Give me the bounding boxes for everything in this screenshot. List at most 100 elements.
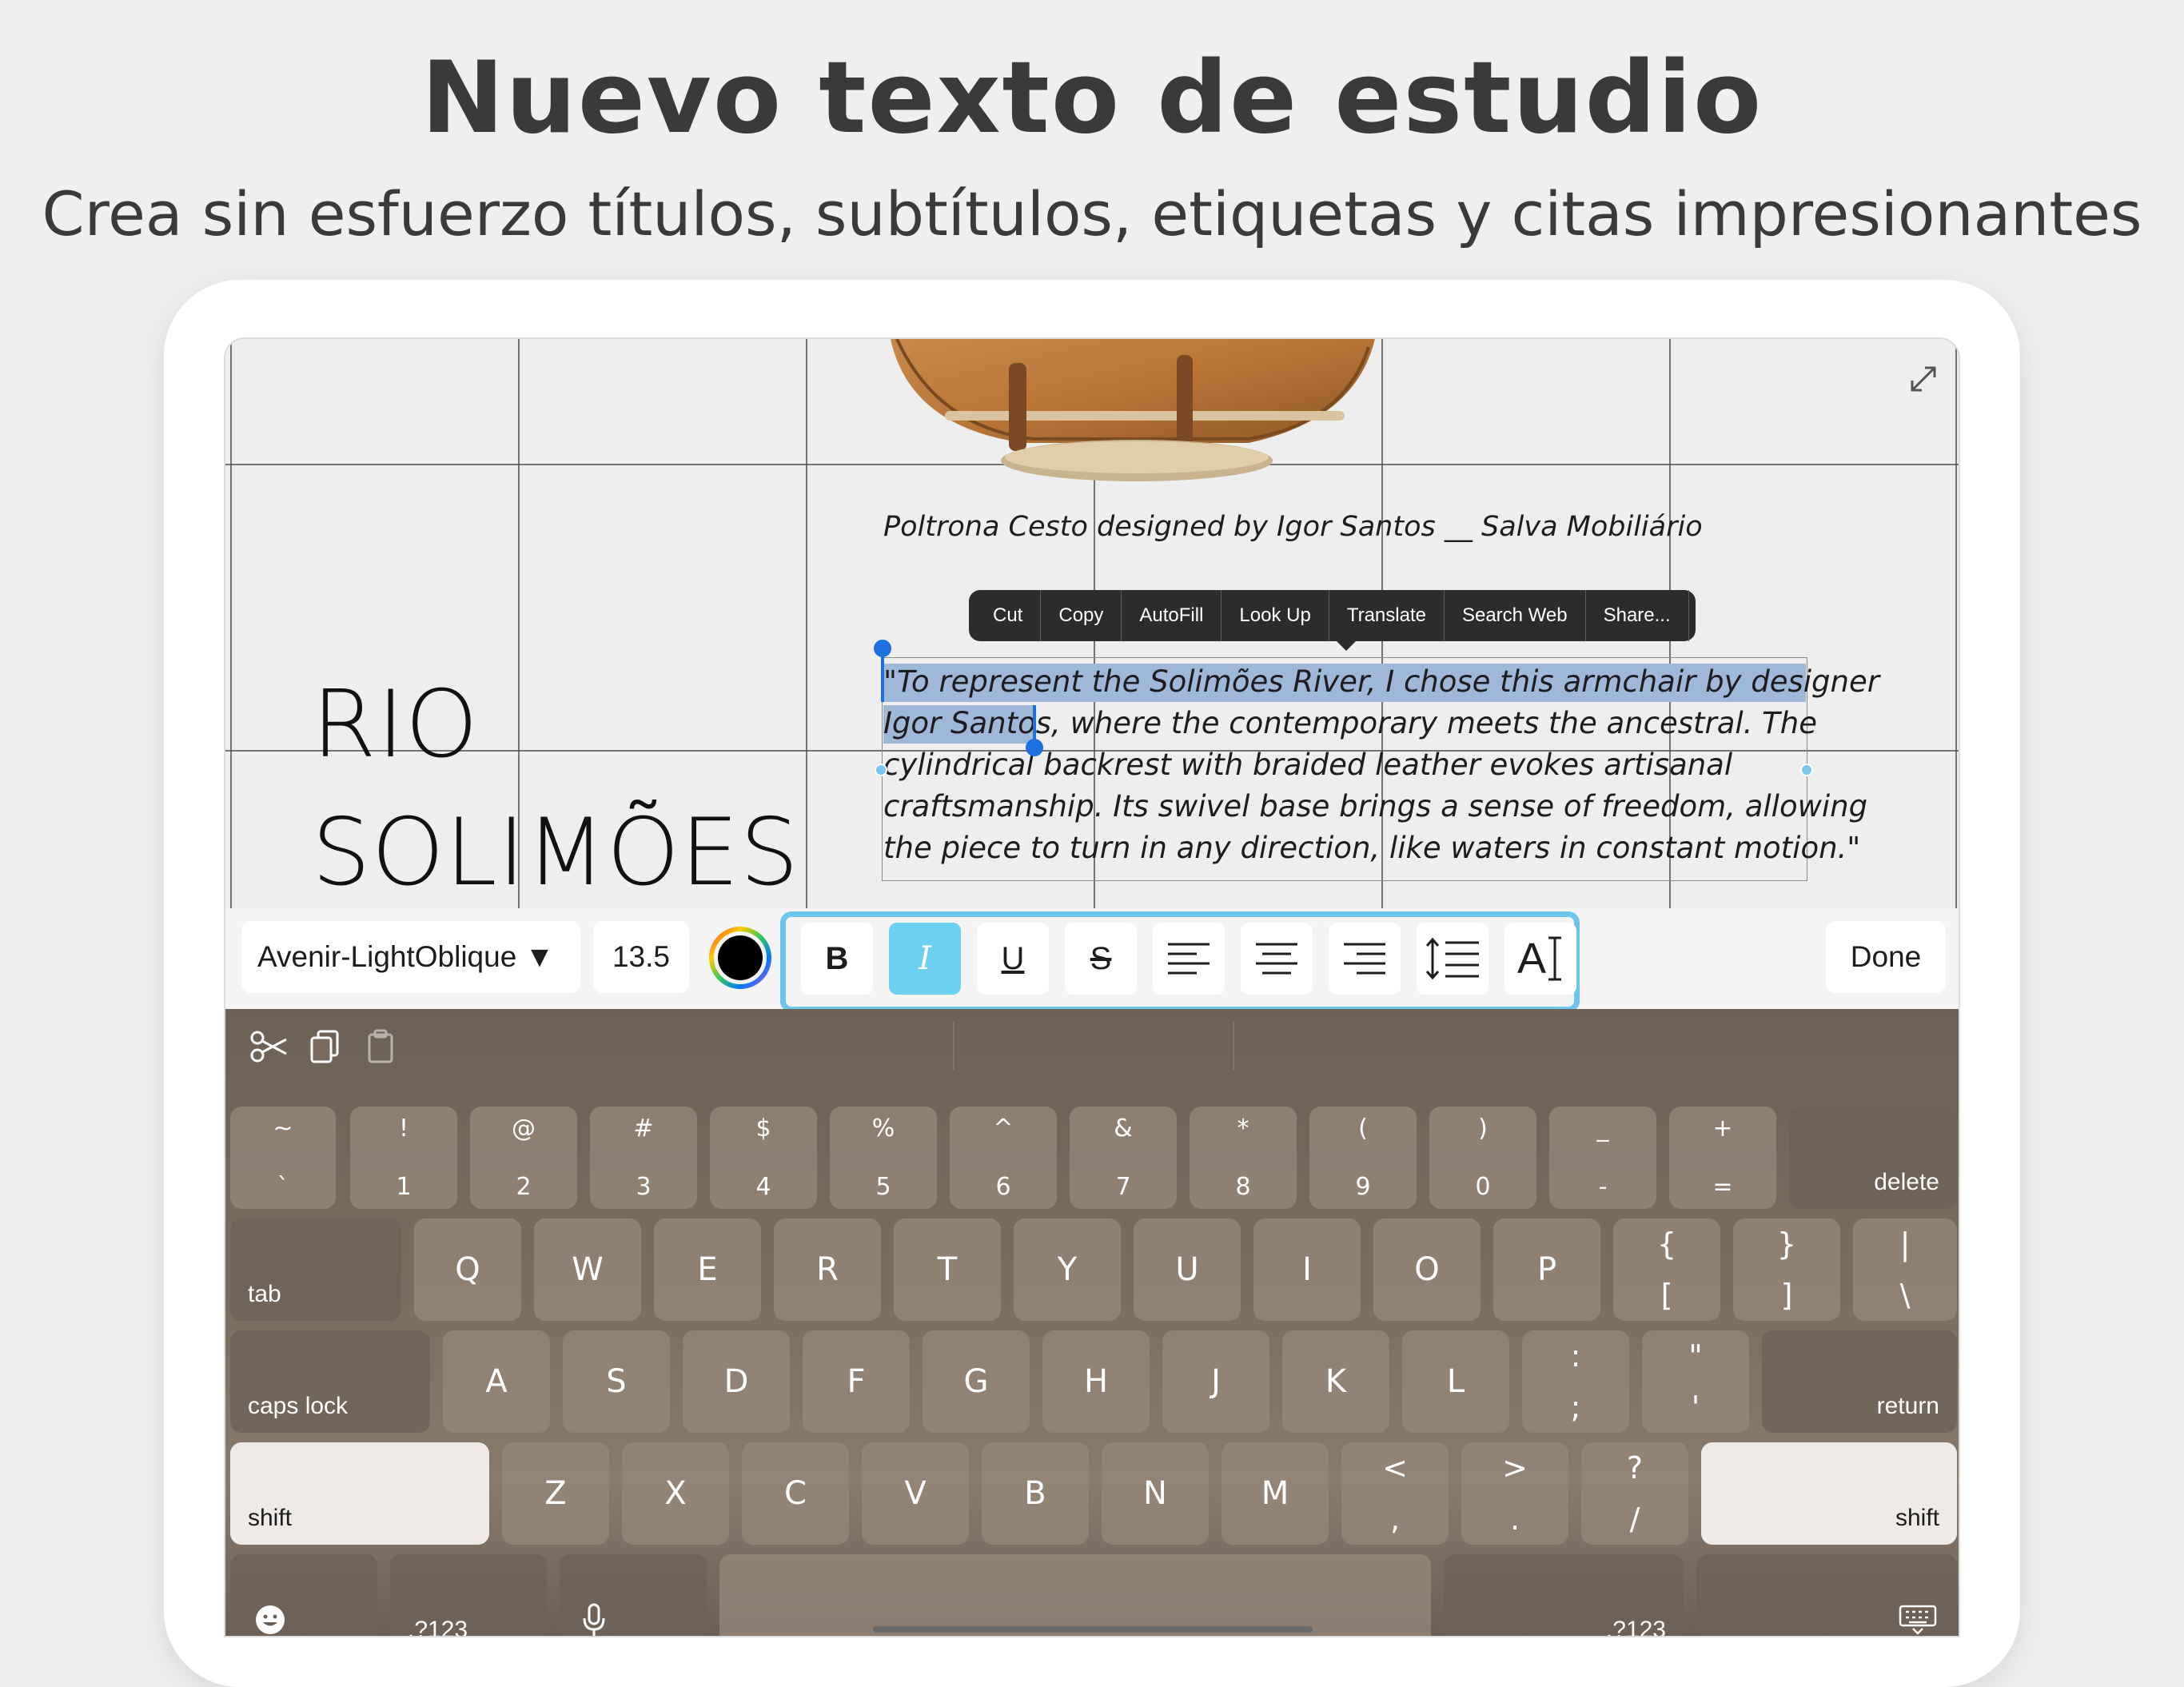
menu-item-cut[interactable]: Cut [975, 590, 1042, 641]
key-r[interactable]: R [774, 1218, 881, 1321]
key-label: A [485, 1363, 508, 1400]
image-caption[interactable]: Poltrona Cesto designed by Igor Santos _… [883, 511, 1703, 543]
key-a[interactable]: A [443, 1330, 550, 1433]
key-bottom-label: - [1598, 1173, 1608, 1201]
key-dismiss-keyboard[interactable] [1696, 1554, 1957, 1636]
copy-icon[interactable] [305, 1027, 345, 1067]
key-left-bracket[interactable]: {[ [1613, 1218, 1720, 1321]
key-9[interactable]: (9 [1309, 1107, 1417, 1209]
key-x[interactable]: X [622, 1442, 729, 1545]
key-quote[interactable]: " ' [1642, 1330, 1749, 1433]
key-backslash[interactable]: | \ [1853, 1218, 1957, 1321]
key-equals[interactable]: + = [1669, 1107, 1776, 1209]
key-g[interactable]: G [923, 1330, 1030, 1433]
key-5[interactable]: % 5 [830, 1107, 937, 1209]
key-period[interactable]: >. [1461, 1442, 1568, 1545]
menu-item-autofill[interactable]: AutoFill [1122, 590, 1222, 641]
key-h[interactable]: H [1042, 1330, 1150, 1433]
done-button[interactable]: Done [1826, 921, 1946, 993]
key-z[interactable]: Z [502, 1442, 609, 1545]
key-2[interactable]: @2 [470, 1107, 577, 1209]
armchair-image[interactable] [833, 337, 1465, 491]
color-picker-icon[interactable] [708, 926, 772, 990]
key-u[interactable]: U [1134, 1218, 1241, 1321]
menu-item-share[interactable]: Share... [1586, 590, 1689, 641]
align-center-button[interactable] [1241, 923, 1313, 995]
key-minus[interactable]: _ - [1549, 1107, 1656, 1209]
key-b[interactable]: B [982, 1442, 1089, 1545]
key-right-bracket[interactable]: }] [1733, 1218, 1840, 1321]
key-dictation[interactable] [560, 1554, 707, 1636]
key-3[interactable]: #3 [590, 1107, 697, 1209]
key-return[interactable]: return [1762, 1330, 1957, 1433]
document-canvas[interactable]: Poltrona Cesto designed by Igor Santos _… [225, 337, 1959, 908]
key-top-label: " [1688, 1338, 1703, 1374]
key-1[interactable]: ! 1 [350, 1107, 457, 1209]
line-spacing-button[interactable] [1417, 923, 1489, 995]
key-numbers-right[interactable]: .?123 [1444, 1554, 1684, 1636]
key-shift-right[interactable]: shift [1701, 1442, 1957, 1545]
key-o[interactable]: O [1373, 1218, 1481, 1321]
key-v[interactable]: V [862, 1442, 969, 1545]
key-shift-left[interactable]: shift [230, 1442, 489, 1545]
key-t[interactable]: T [894, 1218, 1001, 1321]
font-size-field[interactable]: 13.5 [593, 921, 689, 993]
key-semicolon[interactable]: :; [1522, 1330, 1629, 1433]
menu-item-search-web[interactable]: Search Web [1445, 590, 1586, 641]
text-size-button[interactable]: A [1504, 923, 1576, 995]
key-bottom-label: ] [1780, 1278, 1793, 1313]
key-numbers-left[interactable]: .?123 [390, 1554, 547, 1636]
key-caps-lock[interactable]: caps lock [230, 1330, 430, 1433]
key-p[interactable]: P [1493, 1218, 1600, 1321]
key-i[interactable]: I [1253, 1218, 1361, 1321]
heading-line-2[interactable]: SOLIMÕES [312, 799, 799, 907]
key-8[interactable]: * 8 [1190, 1107, 1297, 1209]
key-f[interactable]: F [803, 1330, 910, 1433]
italic-button[interactable]: I [889, 923, 961, 995]
key-l[interactable]: L [1402, 1330, 1509, 1433]
key-d[interactable]: D [683, 1330, 790, 1433]
heading-line-1[interactable]: RIO [312, 671, 479, 779]
key-backtick[interactable]: ~ ` [230, 1107, 336, 1209]
key-comma[interactable]: <, [1341, 1442, 1449, 1545]
key-bottom-label: 9 [1355, 1173, 1371, 1201]
key-w[interactable]: W [534, 1218, 641, 1321]
key-c[interactable]: C [742, 1442, 849, 1545]
paste-icon[interactable] [361, 1027, 401, 1067]
selection-start-handle[interactable] [874, 640, 891, 657]
selection-end-handle[interactable] [1026, 739, 1043, 756]
resize-handle-right[interactable] [1800, 764, 1813, 776]
underline-button[interactable]: U [977, 923, 1049, 995]
menu-item-copy[interactable]: Copy [1041, 590, 1122, 641]
key-m[interactable]: M [1222, 1442, 1329, 1545]
menu-item-translate[interactable]: Translate [1329, 590, 1445, 641]
key-e[interactable]: E [654, 1218, 761, 1321]
align-left-button[interactable] [1153, 923, 1225, 995]
expand-icon[interactable] [1904, 360, 1943, 398]
menu-item-look-up[interactable]: Look Up [1222, 590, 1329, 641]
key-delete[interactable]: delete [1789, 1107, 1957, 1209]
align-right-button[interactable] [1329, 923, 1401, 995]
key-top-label: _ [1596, 1115, 1609, 1143]
key-slash[interactable]: ? / [1581, 1442, 1688, 1545]
key-q[interactable]: Q [414, 1218, 521, 1321]
key-0[interactable]: ) 0 [1429, 1107, 1536, 1209]
key-n[interactable]: N [1102, 1442, 1209, 1545]
key-4[interactable]: $4 [710, 1107, 817, 1209]
scissors-icon[interactable] [249, 1027, 289, 1067]
key-top-label: ( [1358, 1115, 1368, 1143]
key-emoji[interactable] [230, 1554, 377, 1636]
key-j[interactable]: J [1162, 1330, 1269, 1433]
key-y[interactable]: Y [1014, 1218, 1121, 1321]
strikethrough-button[interactable]: S [1065, 923, 1137, 995]
font-family-select[interactable]: Avenir-LightOblique ▼ [241, 921, 580, 993]
bold-button[interactable]: B [801, 923, 873, 995]
resize-handle-left[interactable] [875, 764, 887, 776]
key-6[interactable]: ^ 6 [950, 1107, 1057, 1209]
key-space[interactable] [719, 1554, 1431, 1636]
key-7[interactable]: & 7 [1070, 1107, 1177, 1209]
key-k[interactable]: K [1282, 1330, 1389, 1433]
key-tab[interactable]: tab [230, 1218, 401, 1321]
key-s[interactable]: S [563, 1330, 670, 1433]
quote-text[interactable]: "To represent the Solimões River, I chos… [883, 661, 1879, 869]
